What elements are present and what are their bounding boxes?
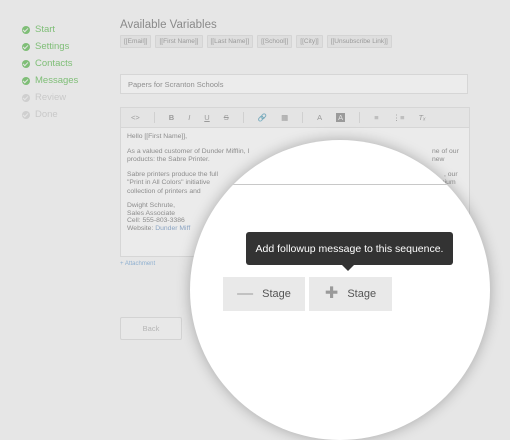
font-color-button[interactable]: A <box>317 113 322 122</box>
signature-name: Dwight Schrute, <box>127 202 175 209</box>
check-icon <box>22 25 30 34</box>
greeting-text: Hello [[First Name]], <box>127 133 188 140</box>
italic-button[interactable]: I <box>188 113 190 122</box>
paragraph-1-line: As a valued customer of Dunder Mifflin, … <box>127 147 250 155</box>
available-variables-title: Available Variables <box>120 19 217 31</box>
wizard-steps: Start Settings Contacts Messages Review … <box>22 21 78 123</box>
step-contacts[interactable]: Contacts <box>22 55 78 72</box>
highlight-icon[interactable]: A <box>336 113 346 122</box>
clear-format-icon[interactable]: Tₓ <box>418 113 425 122</box>
step-label: Messages <box>35 75 79 86</box>
editor-border-magnified <box>190 184 490 185</box>
sequence-editor-page: Start Settings Contacts Messages Review … <box>0 0 510 440</box>
image-icon[interactable]: ▦ <box>281 113 288 122</box>
align-icon[interactable]: ≡ <box>374 113 378 122</box>
back-button[interactable]: Back <box>120 317 182 340</box>
remove-stage-button[interactable]: — Stage <box>223 277 305 311</box>
bold-button[interactable]: B <box>169 113 174 122</box>
check-icon <box>22 93 30 102</box>
paragraph-1-line-2: products: the Sabre Printer. <box>127 156 210 163</box>
list-icon[interactable]: ⋮≡ <box>393 113 405 122</box>
paragraph-2-line-1-end: , our <box>444 170 458 178</box>
signature-title: Sales Associate <box>127 209 175 217</box>
step-label: Start <box>35 24 56 35</box>
toolbar-divider <box>153 112 155 123</box>
add-stage-button[interactable]: ✚ Stage <box>309 277 392 311</box>
toolbar-divider <box>242 112 244 123</box>
step-done[interactable]: Done <box>22 106 78 123</box>
editor-toolbar: <> B I U S 🔗 ▦ A A ≡ ⋮≡ Tₓ <box>121 108 469 128</box>
check-icon <box>22 59 30 68</box>
attachment-link[interactable]: + Attachment <box>120 261 155 267</box>
toolbar-divider <box>302 112 304 123</box>
step-messages[interactable]: Messages <box>22 72 78 89</box>
variable-tag-first-name[interactable]: [[First Name]] <box>155 35 203 48</box>
subject-input[interactable]: Papers for Scranton Schools <box>120 74 468 94</box>
variable-tags: [[Email]] [[First Name]] [[Last Name]] [… <box>120 35 392 48</box>
step-settings[interactable]: Settings <box>22 38 78 55</box>
remove-stage-label: Stage <box>262 288 291 300</box>
variable-tag-unsubscribe[interactable]: [[Unsubscribe Link]] <box>326 35 392 48</box>
add-followup-tooltip: Add followup message to this sequence. <box>246 232 453 271</box>
magnifier-lens: Add followup message to this sequence. —… <box>190 140 490 440</box>
step-review[interactable]: Review <box>22 89 78 106</box>
paragraph-2-line-1: Sabre printers produce the full <box>127 170 219 178</box>
signature-website-link[interactable]: Dunder Miff <box>155 225 190 232</box>
signature-cell: Cell: 555-803-3386 <box>127 217 185 225</box>
code-view-button[interactable]: <> <box>131 113 140 122</box>
check-icon <box>22 42 30 51</box>
paragraph-1-line-end: ne of our new <box>432 147 459 164</box>
variable-tag-city[interactable]: [[City]] <box>296 35 323 48</box>
add-stage-label: Stage <box>347 288 377 300</box>
variable-tag-last-name[interactable]: [[Last Name]] <box>206 35 254 48</box>
signature-website-label: Website: <box>127 224 154 232</box>
link-icon[interactable]: 🔗 <box>258 113 267 122</box>
step-label: Settings <box>35 41 70 52</box>
step-label: Contacts <box>35 58 73 69</box>
paragraph-2-line-3: collection of printers and <box>127 187 201 195</box>
step-label: Done <box>35 109 58 120</box>
check-icon <box>22 110 30 119</box>
step-start[interactable]: Start <box>22 21 78 38</box>
minus-icon: — <box>237 285 254 302</box>
strikethrough-button[interactable]: S <box>224 113 229 122</box>
underline-button[interactable]: U <box>204 113 209 122</box>
variable-tag-email[interactable]: [[Email]] <box>120 35 152 48</box>
toolbar-divider <box>359 112 361 123</box>
step-label: Review <box>35 92 67 103</box>
check-icon <box>22 76 30 85</box>
plus-icon: ✚ <box>324 285 339 302</box>
variable-tag-school[interactable]: [[School]] <box>257 35 293 48</box>
